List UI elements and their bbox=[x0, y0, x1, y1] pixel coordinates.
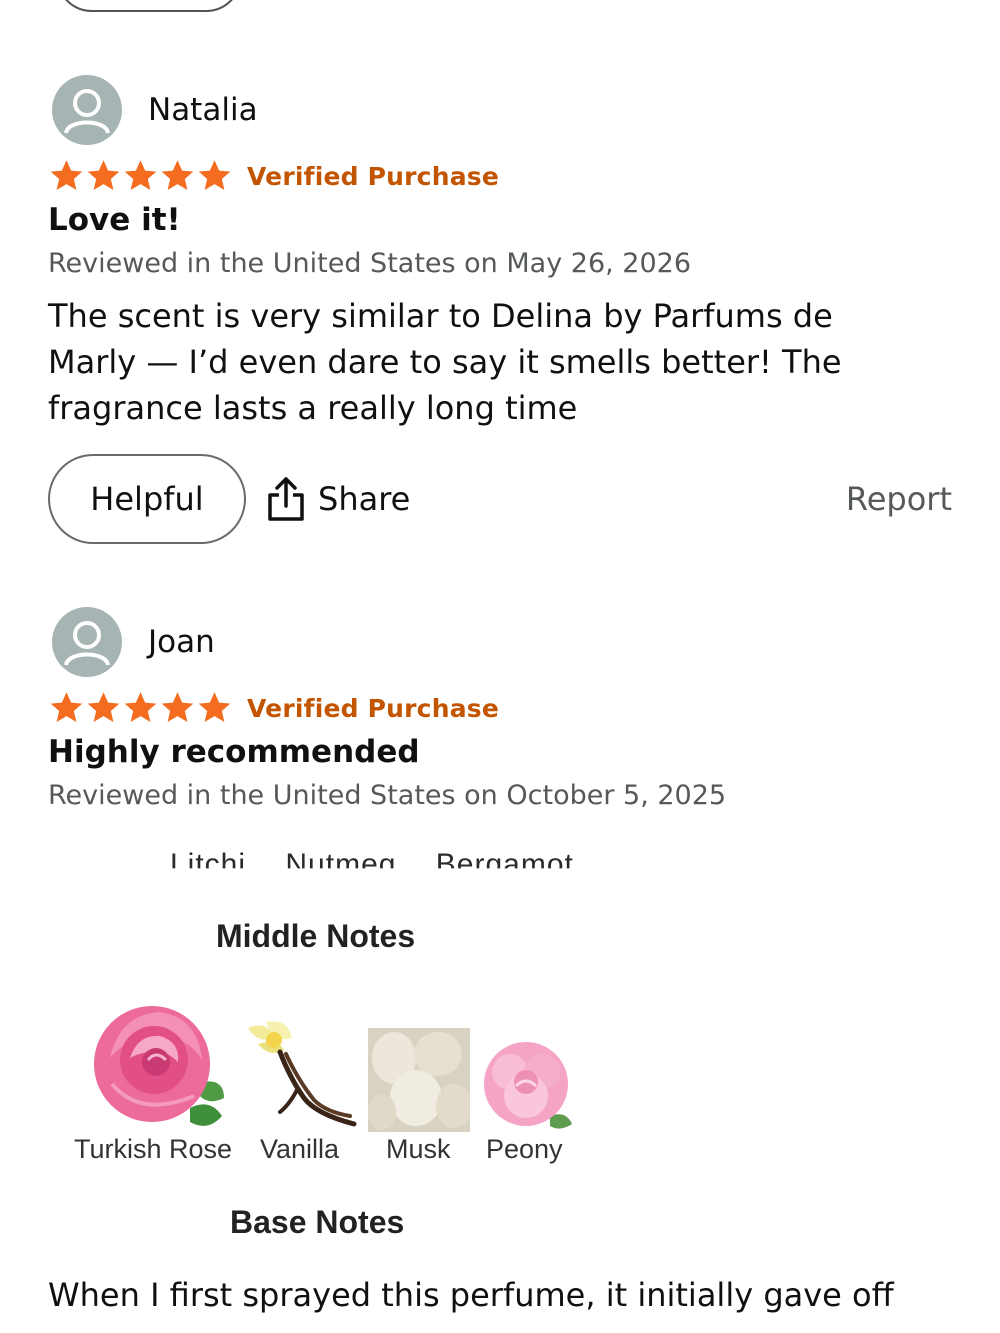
top-note-label: Bergamot bbox=[435, 848, 574, 881]
reviewer-name: Joan bbox=[148, 624, 215, 660]
avatar bbox=[52, 75, 122, 145]
star-icon bbox=[198, 692, 231, 722]
review-date: Reviewed in the United States on May 26,… bbox=[48, 248, 692, 279]
top-notes-partial: Litchi Nutmeg Bergamot bbox=[170, 848, 604, 881]
rating-row: Verified Purchase bbox=[48, 688, 952, 728]
note-label: Musk bbox=[386, 1134, 451, 1164]
middle-notes-heading: Middle Notes bbox=[216, 918, 416, 954]
review-card: Natalia Verified Purchase Love it! Revie… bbox=[48, 74, 952, 545]
top-note-label: Nutmeg bbox=[285, 848, 397, 881]
share-label: Share bbox=[318, 480, 411, 518]
star-icon bbox=[161, 160, 194, 190]
review-actions: Helpful Share Report bbox=[48, 453, 952, 545]
note-label: Turkish Rose bbox=[74, 1134, 233, 1164]
star-icon bbox=[124, 160, 157, 190]
star-icon bbox=[161, 692, 194, 722]
star-icon bbox=[87, 160, 120, 190]
user-silhouette-icon bbox=[64, 621, 110, 666]
star-icon bbox=[50, 160, 83, 190]
avatar bbox=[52, 607, 122, 677]
base-notes-heading: Base Notes bbox=[230, 1204, 405, 1240]
review-body: When I first sprayed this perfume, it in… bbox=[48, 1276, 894, 1314]
star-icon bbox=[87, 692, 120, 722]
verified-purchase-badge: Verified Purchase bbox=[247, 161, 500, 191]
review-card: Joan Verified Purchase Highly recommende… bbox=[48, 606, 952, 811]
rating-row: Verified Purchase bbox=[48, 156, 952, 196]
peony-image bbox=[484, 1042, 572, 1129]
reviewer-profile[interactable]: Joan bbox=[48, 606, 952, 678]
review-date: Reviewed in the United States on October… bbox=[48, 780, 727, 811]
reviewer-name: Natalia bbox=[148, 92, 258, 128]
note-label: Peony bbox=[486, 1134, 563, 1164]
verified-purchase-badge: Verified Purchase bbox=[247, 693, 500, 723]
review-title: Love it! bbox=[48, 202, 181, 238]
review-body: The scent is very similar to Delina by P… bbox=[48, 297, 842, 427]
star-icon bbox=[198, 160, 231, 190]
share-button[interactable]: Share bbox=[266, 476, 410, 522]
star-icon bbox=[124, 692, 157, 722]
previous-review-helpful-button[interactable] bbox=[56, 0, 242, 12]
report-link[interactable]: Report bbox=[846, 480, 952, 518]
vanilla-image bbox=[248, 1021, 357, 1127]
share-upload-icon bbox=[268, 477, 304, 521]
reviewer-profile[interactable]: Natalia bbox=[48, 74, 952, 146]
note-label: Vanilla bbox=[260, 1134, 340, 1164]
user-silhouette-icon bbox=[64, 89, 110, 134]
helpful-button[interactable]: Helpful bbox=[48, 454, 246, 544]
musk-image bbox=[368, 1028, 470, 1132]
star-icon bbox=[50, 692, 83, 722]
top-note-label: Litchi bbox=[170, 848, 247, 881]
star-rating[interactable] bbox=[48, 158, 233, 194]
turkish-rose-image bbox=[94, 1006, 224, 1126]
reviews-page: Natalia Verified Purchase Love it! Revie… bbox=[0, 0, 1000, 1333]
review-title: Highly recommended bbox=[48, 734, 420, 770]
star-rating[interactable] bbox=[48, 690, 233, 726]
review-image-fragrance-notes[interactable]: Litchi Nutmeg Bergamot Middle Notes Turk… bbox=[0, 838, 1000, 1248]
